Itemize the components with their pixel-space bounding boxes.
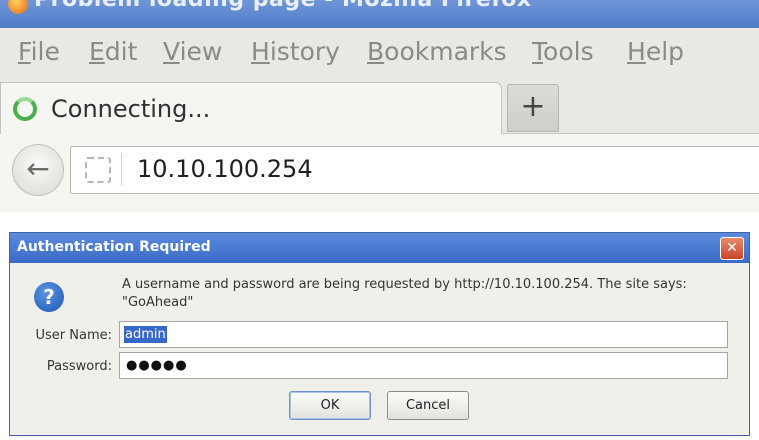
url-text[interactable]: 10.10.100.254 [137,155,313,183]
back-button[interactable]: ← [12,144,64,196]
authentication-dialog: Authentication Required ✕ ? A username a… [9,232,750,436]
question-icon: ? [34,282,64,312]
url-bar[interactable]: 10.10.100.254 [70,146,759,194]
navigation-bar: ← 10.10.100.254 [0,134,759,212]
loading-throbber-icon [13,97,37,121]
dialog-title: Authentication Required [17,239,211,255]
menu-bookmarks[interactable]: Bookmarks [367,37,507,66]
username-value: admin [124,326,167,343]
menu-history[interactable]: History [251,37,340,66]
browser-window: Problem loading page - Mozilla Firefox F… [0,0,759,212]
tab-strip: Connecting... + [0,76,759,135]
menu-help[interactable]: Help [627,37,684,66]
menu-edit[interactable]: Edit [89,37,137,66]
menu-view[interactable]: View [163,37,222,66]
url-divider [121,153,122,185]
window-titlebar: Problem loading page - Mozilla Firefox [0,0,759,28]
menu-file[interactable]: File [18,37,60,66]
site-identity-icon[interactable] [85,157,111,183]
ok-button[interactable]: OK [289,391,371,420]
cancel-button[interactable]: Cancel [387,391,469,420]
window-title: Problem loading page - Mozilla Firefox [34,0,532,12]
dialog-titlebar: Authentication Required ✕ [10,233,749,263]
password-label: Password: [46,359,112,374]
close-button[interactable]: ✕ [720,237,744,260]
dialog-message: A username and password are being reques… [122,277,687,310]
username-field[interactable]: admin [119,321,728,348]
tab-connecting[interactable]: Connecting... [0,82,502,135]
password-value: ●●●●● [126,358,188,373]
firefox-logo-icon [8,0,28,14]
username-label: User Name: [35,328,113,343]
menu-tools[interactable]: Tools [532,37,594,66]
menu-bar: File Edit View History Bookmarks Tools H… [0,28,759,76]
tab-label: Connecting... [51,95,211,123]
new-tab-button[interactable]: + [507,84,559,132]
password-field[interactable]: ●●●●● [119,352,728,379]
